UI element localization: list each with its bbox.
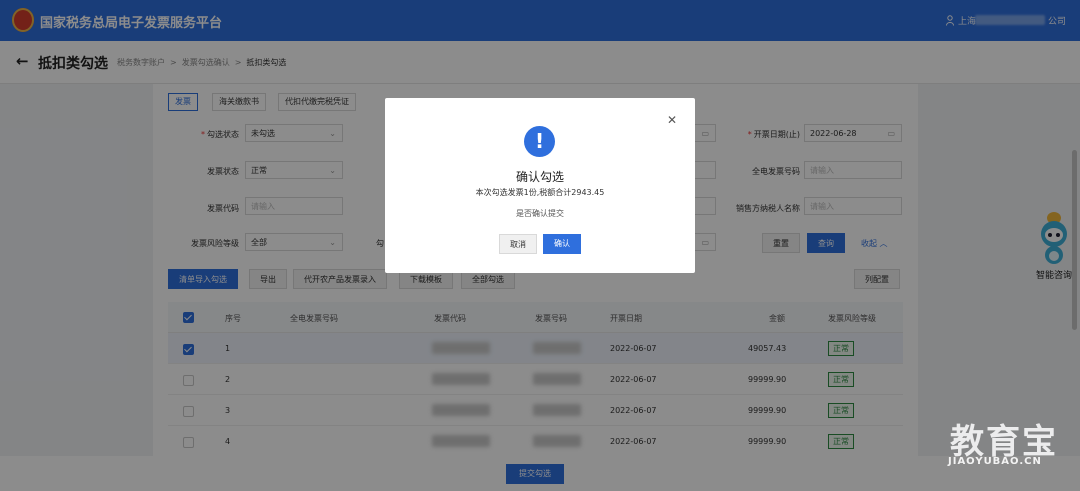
cancel-button[interactable]: 取消: [499, 234, 537, 254]
dialog-question: 是否确认提交: [516, 209, 564, 218]
warning-icon: !: [524, 126, 555, 157]
close-icon[interactable]: ✕: [667, 113, 677, 127]
confirm-button[interactable]: 确认: [543, 234, 581, 254]
dialog-title: 确认勾选: [515, 170, 564, 184]
watermark-url: JIAOYUBAO.CN: [948, 456, 1042, 467]
confirm-dialog: [385, 98, 695, 273]
dialog-message: 本次勾选发票1份,税额合计2943.45: [475, 188, 605, 197]
